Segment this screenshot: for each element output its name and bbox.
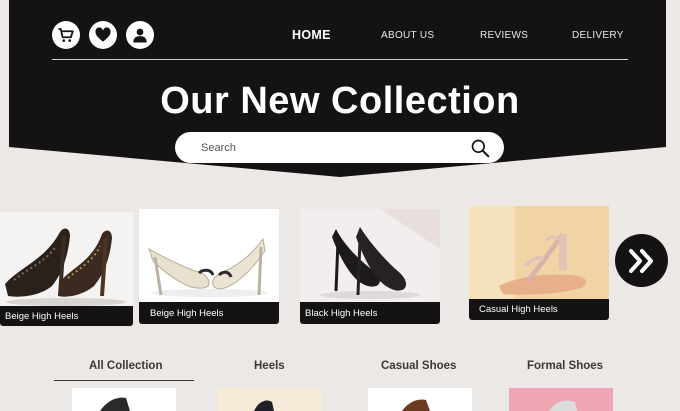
heart-icon[interactable] bbox=[89, 21, 117, 49]
nav-divider bbox=[52, 59, 628, 60]
product-image bbox=[0, 212, 133, 308]
product-card[interactable]: Beige High Heels bbox=[139, 209, 279, 324]
product-card[interactable]: Beige High Heels bbox=[0, 212, 133, 326]
product-image bbox=[469, 206, 609, 302]
search-input[interactable] bbox=[199, 140, 463, 155]
product-card[interactable]: Casual High Heels bbox=[469, 206, 609, 320]
nav-home[interactable]: HOME bbox=[292, 28, 331, 42]
collection-thumbnail[interactable] bbox=[368, 388, 472, 411]
search-icon[interactable] bbox=[470, 138, 490, 158]
user-icon[interactable] bbox=[126, 21, 154, 49]
product-label: Beige High Heels bbox=[139, 302, 279, 324]
double-chevron-right-icon bbox=[628, 248, 653, 273]
tab-casual-shoes[interactable]: Casual Shoes bbox=[381, 360, 456, 372]
search-bar bbox=[175, 132, 504, 163]
product-card[interactable]: Black High Heels bbox=[300, 209, 440, 324]
next-arrow-button[interactable] bbox=[615, 234, 668, 287]
cart-icon[interactable] bbox=[52, 21, 80, 49]
product-label: Beige High Heels bbox=[0, 306, 133, 326]
nav-delivery[interactable]: DELIVERY bbox=[572, 30, 624, 41]
nav-about-us[interactable]: ABOUT US bbox=[381, 30, 434, 41]
product-image bbox=[139, 209, 279, 305]
hero-banner: HOME ABOUT US REVIEWS DELIVERY Our New C… bbox=[0, 0, 680, 180]
nav-reviews[interactable]: REVIEWS bbox=[480, 30, 528, 41]
tab-all-collection[interactable]: All Collection bbox=[89, 360, 162, 372]
product-label: Black High Heels bbox=[300, 302, 440, 324]
page-title: Our New Collection bbox=[160, 80, 520, 122]
tab-formal-shoes[interactable]: Formal Shoes bbox=[527, 360, 603, 372]
tab-heels[interactable]: Heels bbox=[254, 360, 285, 372]
product-image bbox=[300, 209, 440, 305]
product-label: Casual High Heels bbox=[469, 299, 609, 320]
collection-thumbnail[interactable] bbox=[218, 388, 322, 411]
collection-thumbnail[interactable] bbox=[509, 388, 613, 411]
collection-thumbnail[interactable] bbox=[72, 388, 176, 411]
active-tab-underline bbox=[54, 380, 194, 381]
